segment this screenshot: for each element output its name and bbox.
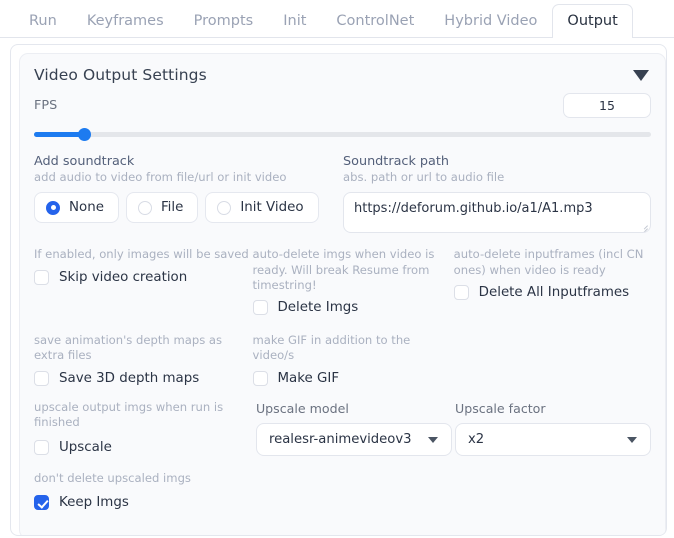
add-soundtrack-hint: add audio to video from file/url or init… [34, 170, 287, 184]
make-gif-hint: make GIF in addition to the video/s [252, 333, 411, 363]
delete-all-inputframes-hint: auto-delete inputframes (incl CN ones) w… [453, 247, 644, 277]
checkbox-label-delete-all-inputframes: Delete All Inputframes [478, 284, 630, 300]
radio-option-none[interactable]: None [34, 192, 119, 224]
keep-imgs-hint: don't delete upscaled imgs [34, 470, 191, 485]
save-depth-group: save animation's depth maps as extra fil… [34, 333, 253, 386]
checkbox-label-make-gif: Make GIF [277, 370, 340, 386]
fps-slider[interactable] [34, 127, 651, 141]
checkbox-upscale[interactable]: Upscale [34, 440, 236, 456]
soundtrack-row: Add soundtrack add audio to video from f… [34, 154, 651, 234]
radio-option-init-video[interactable]: Init Video [205, 192, 319, 224]
output-panel-container: Video Output Settings FPS 15 Add soundtr… [10, 44, 667, 536]
radio-icon-init-video[interactable] [217, 200, 232, 215]
video-output-settings-panel: Video Output Settings FPS 15 Add soundtr… [19, 53, 666, 535]
save-depth-hint: save animation's depth maps as extra fil… [34, 333, 223, 363]
output-settings-screen: Run Keyframes Prompts Init ControlNet Hy… [0, 0, 674, 538]
upscale-factor-select[interactable]: x2 [455, 422, 651, 456]
depth-gif-spacer [454, 333, 651, 386]
checkbox-icon-delete-imgs[interactable] [252, 300, 268, 316]
checkbox-icon-skip-video[interactable] [34, 269, 49, 285]
tab-init[interactable]: Init [268, 4, 321, 38]
tab-controlnet[interactable]: ControlNet [321, 4, 429, 38]
checkbox-icon-delete-all-inputframes[interactable] [453, 284, 469, 300]
checkbox-delete-imgs[interactable]: Delete Imgs [252, 300, 454, 316]
upscale-model-value: realesr-animevideov3 [268, 431, 412, 447]
checkbox-skip-video-creation[interactable]: Skip video creation [34, 269, 253, 285]
checkbox-save-3d-depth-maps[interactable]: Save 3D depth maps [34, 370, 253, 386]
checkbox-icon-make-gif[interactable] [252, 370, 268, 386]
tab-hybrid-video[interactable]: Hybrid Video [429, 4, 552, 38]
delete-options-row: If enabled, only images will be saved Sk… [34, 247, 651, 316]
checkbox-icon-upscale[interactable] [34, 440, 49, 456]
upscale-group: upscale output imgs when run is finished… [34, 400, 256, 456]
delete-all-inputframes-group: auto-delete inputframes (incl CN ones) w… [453, 247, 651, 315]
depth-gif-row: save animation's depth maps as extra fil… [34, 333, 651, 386]
soundtrack-path-label: Soundtrack path [343, 154, 450, 169]
delete-imgs-hint: auto-delete imgs when video is ready. Wi… [252, 247, 435, 292]
checkbox-make-gif[interactable]: Make GIF [252, 370, 454, 386]
checkbox-keep-imgs[interactable]: Keep Imgs [34, 495, 651, 511]
tab-keyframes[interactable]: Keyframes [72, 4, 179, 38]
checkbox-label-keep-imgs: Keep Imgs [59, 495, 129, 511]
checkbox-label-delete-imgs: Delete Imgs [277, 300, 359, 316]
upscale-factor-value: x2 [468, 431, 485, 447]
upscale-factor-group: Upscale factor x2 [455, 400, 651, 456]
tab-bar: Run Keyframes Prompts Init ControlNet Hy… [0, 0, 674, 38]
tab-output[interactable]: Output [552, 3, 633, 38]
checkbox-label-upscale: Upscale [59, 440, 112, 456]
accordion-header[interactable]: Video Output Settings [34, 66, 651, 84]
keep-imgs-group: don't delete upscaled imgs Keep Imgs [34, 470, 651, 511]
soundtrack-path-group: Soundtrack path abs. path or url to audi… [343, 154, 651, 234]
checkbox-label-skip-video: Skip video creation [59, 269, 188, 285]
upscale-hint: upscale output imgs when run is finished [34, 399, 224, 430]
page-title: Video Output Settings [34, 66, 207, 84]
radio-icon-none[interactable] [46, 200, 60, 215]
chevron-down-icon-model[interactable] [427, 437, 438, 444]
checkbox-label-save-depth: Save 3D depth maps [59, 370, 200, 386]
add-soundtrack-group: Add soundtrack add audio to video from f… [34, 154, 343, 233]
checkbox-icon-save-depth[interactable] [34, 370, 49, 386]
fps-label: FPS [34, 98, 58, 113]
fps-slider-fill [34, 131, 85, 137]
upscale-model-select[interactable]: realesr-animevideov3 [255, 422, 452, 456]
checkbox-delete-all-inputframes[interactable]: Delete All Inputframes [453, 284, 651, 300]
soundtrack-radio-group: None File Init Video [34, 192, 343, 224]
soundtrack-path-hint: abs. path or url to audio file [343, 170, 505, 184]
upscale-row: upscale output imgs when run is finished… [34, 400, 651, 456]
upscale-factor-label: Upscale factor [455, 400, 546, 416]
delete-imgs-group: auto-delete imgs when video is ready. Wi… [252, 247, 454, 316]
tab-prompts[interactable]: Prompts [179, 4, 269, 38]
tab-run[interactable]: Run [14, 4, 72, 38]
checkbox-icon-keep-imgs[interactable] [34, 495, 49, 511]
upscale-model-label: Upscale model [255, 400, 349, 416]
fps-input[interactable]: 15 [563, 93, 651, 118]
skip-video-group: If enabled, only images will be saved Sk… [34, 247, 253, 315]
radio-label-init-video: Init Video [240, 200, 304, 216]
radio-label-file: File [160, 200, 184, 216]
soundtrack-path-input[interactable]: https://deforum.github.io/a1/A1.mp3 [343, 192, 651, 234]
skip-video-hint: If enabled, only images will be saved [34, 247, 249, 262]
make-gif-group: make GIF in addition to the video/s Make… [252, 333, 454, 386]
add-soundtrack-label: Add soundtrack [34, 154, 135, 169]
chevron-down-icon[interactable] [633, 69, 649, 81]
radio-label-none: None [69, 200, 104, 216]
fps-slider-thumb[interactable] [78, 127, 92, 141]
radio-icon-file[interactable] [137, 200, 152, 215]
fps-row: FPS 15 [34, 93, 651, 118]
resize-handle-icon[interactable] [639, 221, 648, 230]
radio-option-file[interactable]: File [125, 192, 199, 224]
upscale-model-group: Upscale model realesr-animevideov3 [255, 400, 455, 456]
fps-slider-track[interactable] [34, 127, 651, 141]
chevron-down-icon-factor[interactable] [627, 437, 637, 444]
